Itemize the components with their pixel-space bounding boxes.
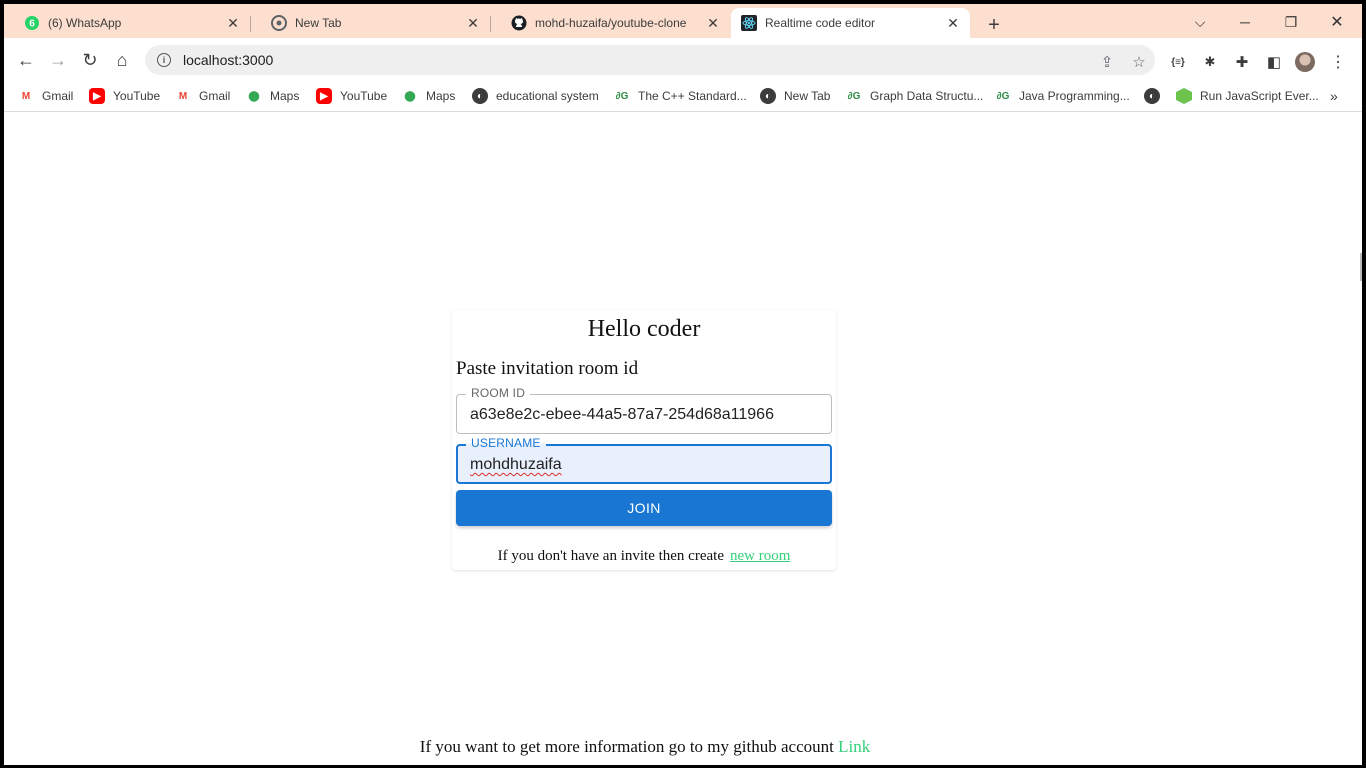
card-subtitle: Paste invitation room id [456,358,639,379]
close-icon[interactable]: ✕ [944,14,962,32]
bookmark-label: New Tab [784,89,831,103]
tab-title: (6) WhatsApp [48,16,122,30]
svg-text:6: 6 [29,19,35,30]
bookmark-gmail[interactable]: M Gmail [175,85,231,107]
username-field[interactable]: USERNAME mohdhuzaifa [456,436,832,484]
youtube-icon: ▶ [89,88,105,104]
bookmark-label: Maps [426,89,456,103]
gmail-icon: M [21,90,31,102]
globe-icon: ◐ [472,88,488,104]
tab-title: New Tab [295,16,342,30]
bookmark-educational-system[interactable]: ◐ educational system [472,85,599,107]
new-room-link[interactable]: new room [730,548,790,564]
maps-icon: ⬤ [404,90,416,102]
bookmark-youtube[interactable]: ▶ YouTube [89,85,160,107]
tab-title: mohd-huzaifa/youtube-clone [535,16,687,30]
info-icon[interactable]: i [157,53,171,67]
globe-icon: ◐ [760,88,776,104]
menu-kebab-icon[interactable]: ⋮ [1327,51,1349,73]
bookmark-untitled[interactable]: ◐ [1144,85,1168,107]
bookmark-cpp-standard[interactable]: ∂G The C++ Standard... [614,85,747,107]
bug-extension-icon[interactable]: ✱ [1199,51,1221,73]
url-text: localhost:3000 [183,52,274,68]
minimize-button[interactable]: ─ [1225,8,1265,36]
globe-icon: ◐ [1144,88,1160,104]
tab-realtime-code-editor[interactable]: Realtime code editor ✕ [731,8,970,38]
gmail-icon: M [178,90,188,102]
web-page: Hello coder Paste invitation room id ROO… [4,113,1362,765]
tab-title: Realtime code editor [765,16,876,30]
whatsapp-icon: 6 [24,15,40,31]
bookmark-label: The C++ Standard... [638,89,747,103]
close-icon[interactable]: ✕ [464,14,482,32]
bookmark-label: Run JavaScript Ever... [1200,89,1319,103]
new-tab-button[interactable]: + [981,12,1007,38]
bookmark-label: Gmail [42,89,74,103]
invite-message: If you don't have an invite then create [497,548,724,564]
reload-button[interactable]: ↻ [77,47,103,73]
youtube-icon: ▶ [316,88,332,104]
tab-new-tab[interactable]: New Tab ✕ [251,8,490,38]
browser-window: 6 (6) WhatsApp ✕ New Tab ✕ mohd-huzaifa/… [4,4,1362,765]
room-id-label: ROOM ID [466,386,531,400]
close-window-button[interactable]: ✕ [1317,8,1357,36]
share-icon[interactable]: ⇪ [1097,52,1117,72]
tab-strip: 6 (6) WhatsApp ✕ New Tab ✕ mohd-huzaifa/… [4,4,1362,38]
nodejs-icon [1176,88,1192,104]
username-label: USERNAME [466,436,546,450]
home-button[interactable]: ⌂ [109,47,135,73]
bookmark-maps[interactable]: ⬤ Maps [246,85,299,107]
bookmark-java-programming[interactable]: ∂G Java Programming... [995,85,1130,107]
bookmark-gmail[interactable]: M Gmail [18,85,74,107]
gfg-icon: ∂G [615,90,629,102]
close-icon[interactable]: ✕ [224,14,242,32]
bookmark-new-tab[interactable]: ◐ New Tab [760,85,830,107]
bookmark-label: Gmail [199,89,231,103]
back-button[interactable]: ← [13,47,39,73]
bookmark-label: YouTube [340,89,388,103]
footer: If you want to get more information go t… [4,737,1286,757]
bookmark-label: educational system [496,89,599,103]
restore-button[interactable]: ❐ [1271,8,1311,36]
footer-text: If you want to get more information go t… [419,737,834,756]
bookmarks-bar: M Gmail ▶ YouTube M Gmail ⬤ Maps ▶ YouTube ⬤ M… [4,80,1362,112]
address-bar[interactable]: i localhost:3000 ⇪ ☆ [145,45,1155,75]
react-icon [741,15,757,31]
gfg-icon: ∂G [996,90,1010,102]
tab-github[interactable]: mohd-huzaifa/youtube-clone ✕ [491,8,730,38]
github-link[interactable]: Link [838,737,870,756]
join-button[interactable]: JOIN [456,490,832,526]
page-title: Hello coder [587,316,701,342]
bookmark-youtube[interactable]: ▶ YouTube [316,85,387,107]
browser-toolbar: ← → ↻ ⌂ i localhost:3000 ⇪ ☆ {≡} ✱ ✚ ◧ ⋮ [4,38,1362,80]
scrollbar[interactable] [1360,253,1362,281]
room-id-field[interactable]: ROOM ID a63e8e2c-ebee-44a5-87a7-254d68a1… [456,386,832,434]
more-bookmarks-chevron-icon[interactable]: » [1330,85,1338,107]
gfg-icon: ∂G [847,90,861,102]
username-value[interactable]: mohdhuzaifa [470,456,562,474]
invite-text: If you don't have an invite then create n… [452,548,836,565]
join-room-card: Hello coder Paste invitation room id ROO… [452,310,836,570]
bookmark-label: Java Programming... [1019,89,1130,103]
tab-search-chevron-icon[interactable]: ⌵ [1180,8,1220,36]
bookmark-label: Graph Data Structu... [870,89,984,103]
maps-icon: ⬤ [248,90,260,102]
github-icon [511,15,527,31]
profile-avatar[interactable] [1295,52,1315,72]
tab-whatsapp[interactable]: 6 (6) WhatsApp ✕ [4,8,250,38]
json-viewer-extension-icon[interactable]: {≡} [1167,51,1189,73]
chrome-icon [271,15,287,31]
forward-button[interactable]: → [45,47,71,73]
bookmark-run-javascript[interactable]: Run JavaScript Ever... [1176,85,1319,107]
extensions-puzzle-icon[interactable]: ✚ [1231,51,1253,73]
bookmark-star-icon[interactable]: ☆ [1129,52,1149,72]
close-icon[interactable]: ✕ [704,14,722,32]
bookmark-label: YouTube [113,89,161,103]
side-panel-icon[interactable]: ◧ [1263,51,1285,73]
room-id-value[interactable]: a63e8e2c-ebee-44a5-87a7-254d68a11966 [470,406,774,424]
bookmark-maps[interactable]: ⬤ Maps [402,85,455,107]
bookmark-graph-data-structure[interactable]: ∂G Graph Data Structu... [846,85,984,107]
bookmark-label: Maps [270,89,300,103]
